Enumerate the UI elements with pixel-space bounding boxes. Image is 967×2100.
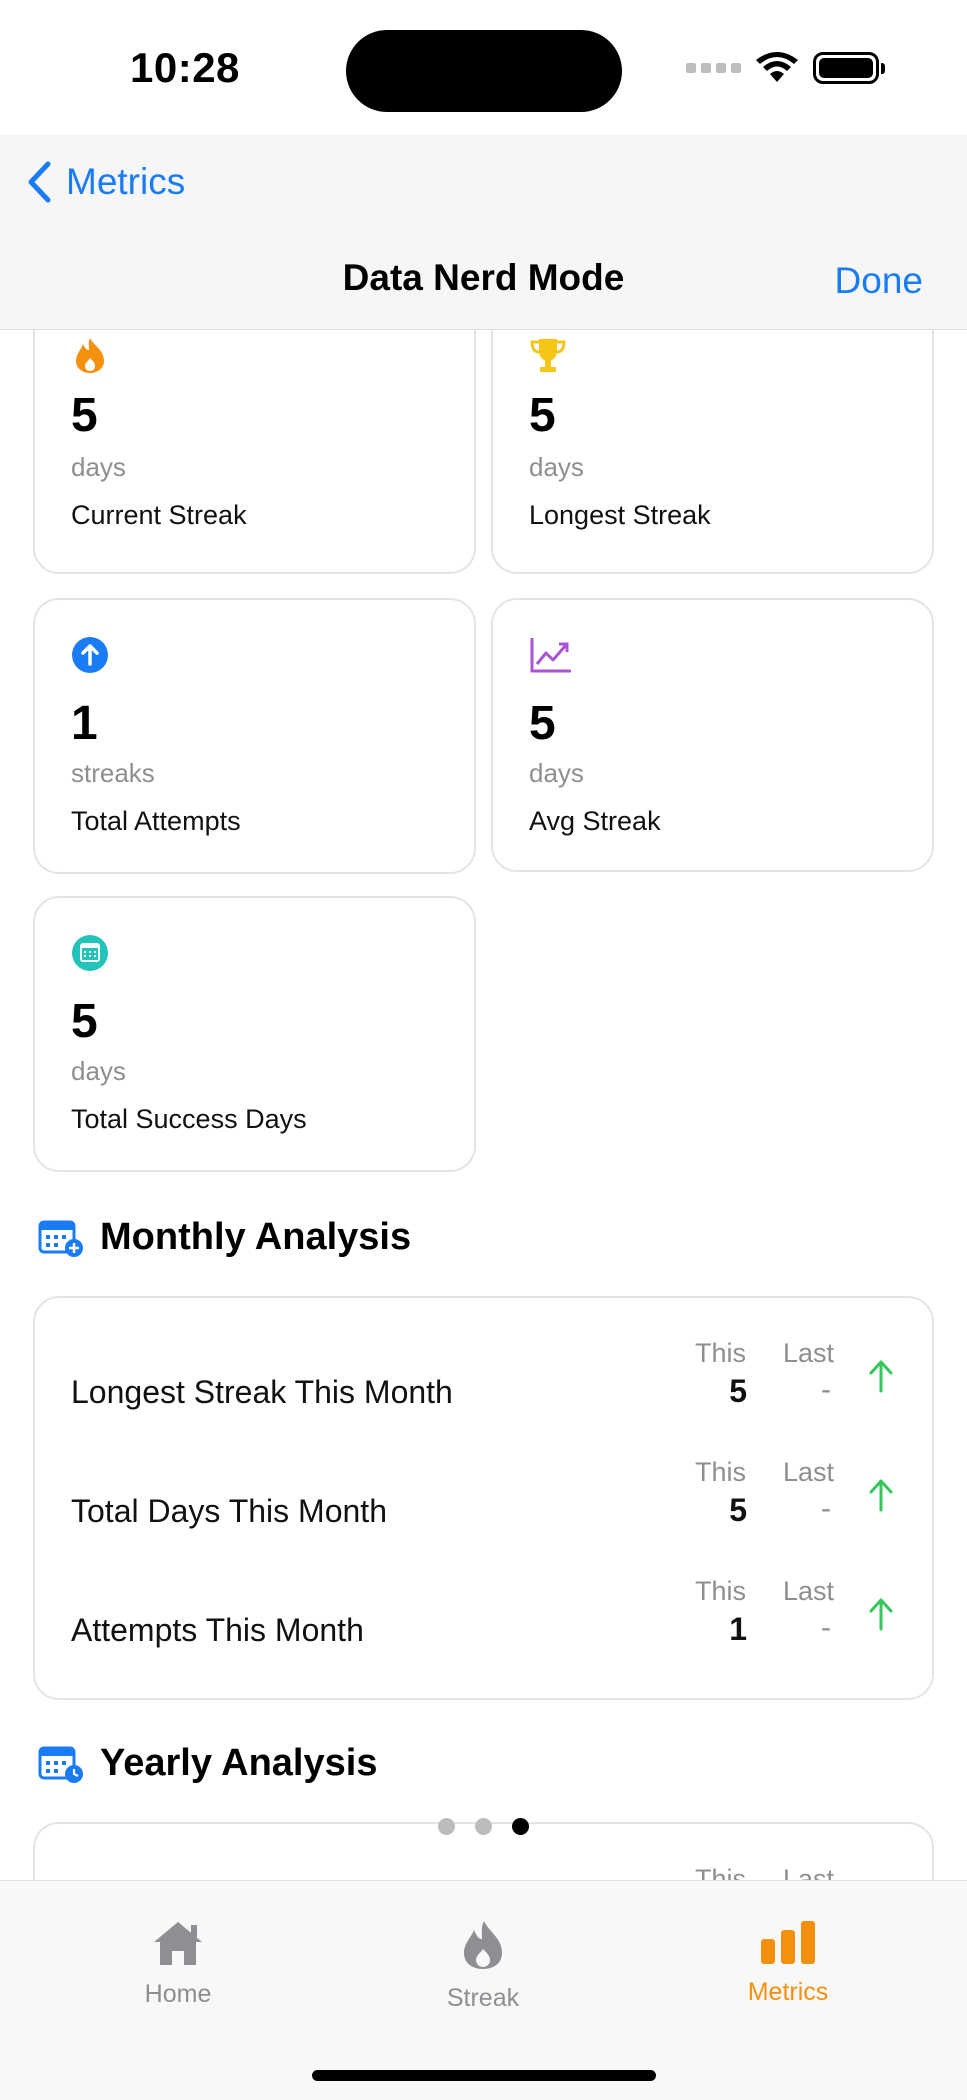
section-title: Monthly Analysis	[100, 1216, 412, 1258]
stat-label: Longest Streak	[529, 500, 711, 530]
this-column-header: This	[695, 1457, 747, 1487]
this-column-header: This	[695, 1864, 747, 1880]
stat-unit: days	[529, 452, 584, 482]
page-dot[interactable]	[475, 1818, 492, 1835]
tab-label: Home	[144, 1980, 212, 2008]
this-value: 5	[729, 1492, 747, 1528]
tab-metrics[interactable]: Metrics	[708, 1919, 868, 2007]
wifi-icon	[756, 52, 798, 82]
last-column-header: Last	[783, 1576, 835, 1606]
tab-label: Streak	[446, 1984, 520, 2012]
house-icon	[154, 1922, 202, 1965]
status-bar: 10:28	[0, 0, 967, 135]
trophy-icon	[530, 339, 566, 372]
dynamic-island	[346, 30, 622, 112]
metric-label: Longest Streak This Month	[71, 1374, 453, 1410]
chart-line-icon	[530, 638, 571, 673]
calendar-circle-icon	[72, 935, 108, 971]
stat-card-current-streak: 5 days Current Streak	[33, 330, 476, 574]
flame-icon	[464, 1921, 502, 1969]
navigation-header: Metrics Data Nerd Mode Done	[0, 135, 967, 330]
tab-streak[interactable]: Streak	[403, 1919, 563, 2013]
metric-row: Total Days This Month This Last 5 -	[35, 1457, 932, 1567]
stat-unit: days	[71, 1056, 126, 1086]
flame-icon	[76, 338, 104, 373]
arrow-up-circle-icon	[72, 637, 108, 673]
battery-icon	[813, 52, 885, 84]
stat-card-total-attempts: 1 streaks Total Attempts	[33, 598, 476, 874]
stat-value: 5	[529, 697, 556, 750]
cellular-signal-icon	[686, 63, 741, 73]
last-value: -	[821, 1492, 831, 1525]
yearly-analysis-header: Yearly Analysis	[38, 1742, 377, 1785]
section-title: Yearly Analysis	[100, 1742, 378, 1784]
this-column-header: This	[695, 1338, 747, 1368]
bar-chart-icon	[761, 1921, 815, 1964]
stat-unit: days	[529, 758, 584, 788]
page-title: Data Nerd Mode	[342, 257, 625, 298]
tab-bar: Home Streak Metrics	[0, 1880, 967, 2100]
status-indicators	[686, 52, 885, 84]
this-value: 5	[729, 1373, 747, 1409]
stat-unit: days	[71, 452, 126, 482]
metric-label: Total Days This Month	[71, 1493, 387, 1529]
page-dot-active[interactable]	[512, 1818, 529, 1835]
tab-label: Metrics	[747, 1978, 829, 2006]
stat-label: Avg Streak	[529, 806, 661, 836]
tab-home[interactable]: Home	[98, 1919, 258, 2009]
stat-card-total-success-days: 5 days Total Success Days	[33, 896, 476, 1172]
trend-up-arrow-icon	[869, 1360, 893, 1393]
metric-row: Longest Streak This Month This Last 5 -	[35, 1338, 932, 1448]
chevron-left-icon	[28, 161, 51, 203]
calendar-badge-plus-icon	[38, 1220, 83, 1257]
monthly-analysis-header: Monthly Analysis	[38, 1216, 411, 1259]
back-button[interactable]: Metrics	[26, 160, 185, 204]
page-dot[interactable]	[438, 1818, 455, 1835]
trend-up-arrow-icon	[869, 1479, 893, 1512]
stat-value: 5	[71, 389, 98, 442]
back-button-label: Metrics	[66, 161, 186, 202]
calendar-badge-clock-icon	[38, 1746, 83, 1783]
status-time: 10:28	[130, 44, 240, 91]
last-column-header: Last	[783, 1457, 835, 1487]
home-indicator[interactable]	[312, 2070, 656, 2081]
metric-row: Attempts This Month This Last 1 -	[35, 1576, 932, 1686]
stat-label: Current Streak	[71, 500, 247, 530]
stat-label: Total Success Days	[71, 1104, 307, 1134]
monthly-analysis-card: Longest Streak This Month This Last 5 - …	[33, 1296, 934, 1700]
last-value: -	[821, 1373, 831, 1406]
stat-label: Total Attempts	[71, 806, 241, 836]
stat-value: 5	[529, 389, 556, 442]
stat-value: 5	[71, 995, 98, 1048]
this-value: 1	[729, 1611, 747, 1647]
this-column-header: This	[695, 1576, 747, 1606]
stat-value: 1	[71, 697, 98, 750]
trend-up-arrow-icon	[869, 1598, 893, 1631]
stat-card-avg-streak: 5 days Avg Streak	[491, 598, 934, 872]
last-value: -	[821, 1611, 831, 1644]
metric-label: Attempts This Month	[71, 1612, 364, 1648]
page-indicator[interactable]	[0, 1818, 967, 1835]
stat-unit: streaks	[71, 758, 155, 788]
metrics-scroll-content[interactable]: 5 days Current Streak 5 days Longest Str…	[0, 330, 967, 1880]
stat-card-longest-streak: 5 days Longest Streak	[491, 330, 934, 574]
last-column-header: Last	[783, 1864, 835, 1880]
last-column-header: Last	[783, 1338, 835, 1368]
done-button[interactable]: Done	[835, 260, 923, 302]
